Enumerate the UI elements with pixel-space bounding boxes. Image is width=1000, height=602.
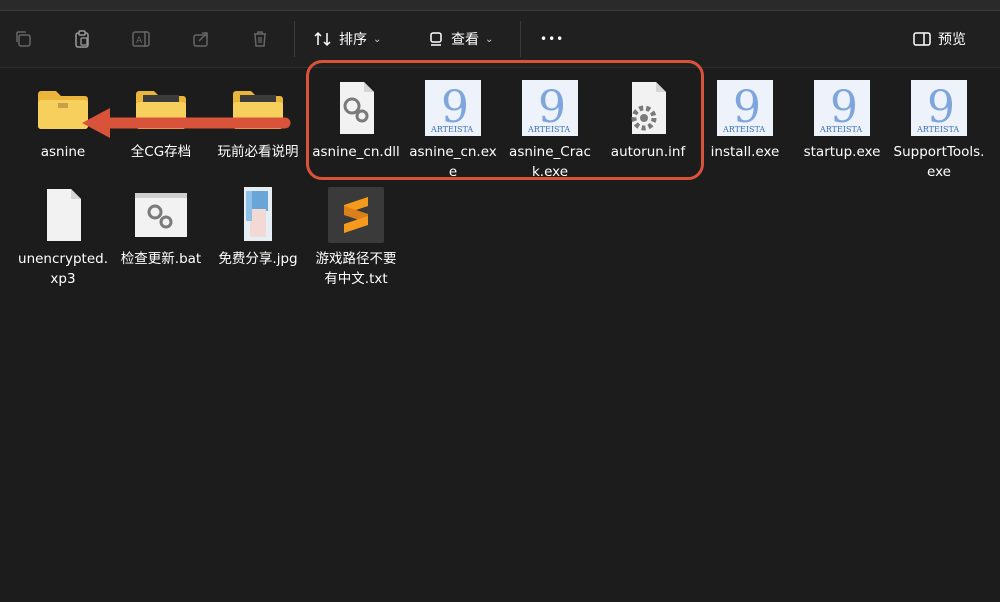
dll-file-icon — [340, 82, 374, 134]
image-file-icon — [244, 187, 272, 241]
file-label: 游戏路径不要有中文.txt — [315, 251, 397, 287]
more-icon: ••• — [540, 32, 565, 46]
view-label: 查看 — [451, 32, 479, 48]
rename-button[interactable]: A — [128, 25, 156, 53]
svg-text:ARTEISTA: ARTEISTA — [722, 125, 765, 134]
sort-label: 排序 — [339, 32, 367, 48]
svg-text:ARTEISTA: ARTEISTA — [819, 125, 862, 134]
artemis-exe-icon: 9ARTEISTA — [717, 80, 773, 136]
file-label: install.exe — [710, 144, 780, 160]
annotation-arrow — [82, 108, 291, 138]
file-label: startup.exe — [803, 144, 881, 160]
svg-text:A: A — [136, 36, 143, 46]
file-label: asnine — [40, 144, 86, 160]
view-icon — [430, 32, 442, 46]
share-icon — [193, 32, 208, 47]
more-options-button[interactable]: ••• — [540, 27, 564, 51]
file-label: asnine_cn.dll — [312, 144, 400, 160]
window-top-edge — [0, 0, 1000, 11]
chevron-down-icon: ⌄ — [485, 33, 494, 45]
sort-button[interactable]: 排序 ⌄ — [313, 27, 381, 51]
svg-text:ARTEISTA: ARTEISTA — [430, 125, 473, 134]
copy-icon — [16, 31, 31, 47]
toolbar-divider — [294, 21, 295, 57]
share-button[interactable] — [187, 25, 215, 53]
svg-text:ARTEISTA: ARTEISTA — [527, 125, 570, 134]
sublime-text-icon — [328, 187, 384, 243]
file-label: autorun.inf — [610, 144, 686, 160]
artemis-exe-icon: 9ARTEISTA — [522, 80, 578, 136]
rename-icon: A — [132, 31, 150, 47]
artemis-exe-icon: 9ARTEISTA — [911, 80, 967, 136]
svg-text:ARTEISTA: ARTEISTA — [916, 125, 959, 134]
file-label: asnine_Crack.exe — [509, 144, 591, 180]
file-label: 检查更新.bat — [120, 251, 202, 267]
delete-button[interactable] — [246, 25, 274, 53]
file-label: SupportTools.exe — [893, 144, 985, 180]
paste-button[interactable] — [68, 25, 96, 53]
file-label: 玩前必看说明 — [217, 144, 299, 160]
trash-icon — [254, 31, 266, 47]
preview-pane-button[interactable]: 预览 — [912, 27, 966, 51]
file-label: asnine_cn.exe — [409, 144, 497, 180]
copy-button[interactable] — [9, 25, 37, 53]
paste-icon — [75, 30, 89, 48]
artemis-exe-icon: 9ARTEISTA — [814, 80, 870, 136]
view-button[interactable]: 查看 ⌄ — [427, 27, 493, 51]
file-label: unencrypted.xp3 — [18, 251, 108, 287]
file-label: 全CG存档 — [130, 144, 192, 160]
preview-pane-icon — [913, 32, 931, 46]
artemis-exe-icon: 9ARTEISTA — [425, 80, 481, 136]
blank-file-icon — [47, 189, 81, 241]
sort-icon — [314, 31, 331, 47]
batch-file-icon — [135, 193, 187, 237]
file-label: 免费分享.jpg — [218, 251, 298, 267]
toolbar-divider — [520, 21, 521, 57]
preview-label: 预览 — [938, 32, 966, 48]
chevron-down-icon: ⌄ — [373, 33, 382, 45]
settings-file-icon — [631, 82, 666, 134]
